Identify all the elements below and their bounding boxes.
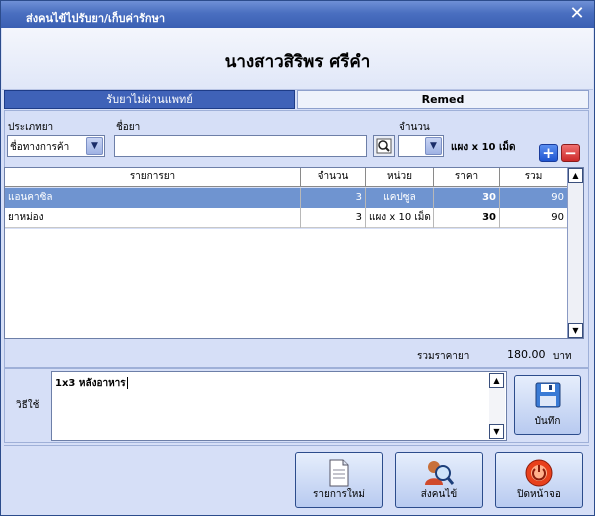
usage-label: วิธีใช้ [16,400,40,411]
drug-name-cell: แอนคาซิล [5,188,301,208]
column-header[interactable]: รวม [500,168,568,187]
new-list-button[interactable]: รายการใหม่ [295,452,383,508]
drug-type-value: ชื่อทางการค้า [10,142,70,153]
quantity-label: จำนวน [399,122,430,133]
quantity-select[interactable]: ▼ [398,135,444,157]
column-header[interactable]: ราคา [434,168,500,187]
scroll-down-icon[interactable]: ▼ [489,424,504,439]
total-cell: 90 [500,208,568,228]
column-header[interactable]: รายการยา [5,168,301,187]
tab-remed[interactable]: Remed [297,90,589,109]
remove-drug-button[interactable]: − [561,144,580,162]
unit-text: แผง x 10 เม็ด [451,142,516,153]
total-cell: 90 [500,188,568,208]
column-header[interactable]: จำนวน [301,168,366,187]
scroll-up-icon[interactable]: ▲ [489,373,504,388]
table-row[interactable]: แอนคาซิล 3 แคปซูล 30 90 [5,188,568,208]
text-caret [126,377,128,389]
tab-strip: รับยาไม่ผ่านแพทย์ Remed [4,90,589,110]
drug-name-input[interactable] [114,135,367,157]
document-icon [329,459,349,487]
floppy-disk-icon [535,382,560,408]
send-patient-button[interactable]: ส่งคนไข้ [395,452,483,508]
usage-textarea[interactable]: 1x3 หลังอาหาร ▲ ▼ [51,371,507,441]
total-value: 180.00 [507,348,546,361]
table-header: รายการยา จำนวน หน่วย ราคา รวม [5,168,568,187]
patient-header: นางสาวสิริพร ศรีคำ [2,28,593,90]
app-window: ส่งคนไข้ไปรับยา/เก็บค่ารักษา ✕ นางสาวสิร… [0,0,595,516]
total-unit: บาท [553,351,572,362]
column-header[interactable]: หน่วย [366,168,434,187]
send-patient-label: ส่งคนไข้ [420,489,458,500]
usage-scrollbar[interactable]: ▲ ▼ [489,373,505,439]
power-icon [525,459,553,487]
unit-cell: แผง x 10 เม็ด [366,208,434,228]
drug-type-select[interactable]: ชื่อทางการค้า ▼ [7,135,105,157]
total-bar: รวมราคายา 180.00 บาท [4,343,584,367]
table-empty-area [5,229,568,338]
close-screen-button[interactable]: ปิดหน้าจอ [495,452,583,508]
table-row[interactable]: ยาหม่อง 3 แผง x 10 เม็ด 30 90 [5,208,568,228]
qty-cell: 3 [301,208,366,228]
add-drug-button[interactable]: + [539,144,558,162]
close-icon[interactable]: ✕ [566,3,588,25]
drug-table: รายการยา จำนวน หน่วย ราคา รวม แอนคาซิล 3… [4,167,584,339]
chevron-down-icon[interactable]: ▼ [425,137,442,155]
scroll-up-icon[interactable]: ▲ [568,168,583,183]
scroll-down-icon[interactable]: ▼ [568,323,583,338]
user-search-icon [425,461,454,485]
price-cell: 30 [434,188,500,208]
usage-text: 1x3 หลังอาหาร [55,376,128,391]
search-icon [376,138,392,154]
table-scrollbar[interactable]: ▲ ▼ [567,168,583,338]
price-cell: 30 [434,208,500,228]
save-button[interactable]: บันทึก [514,375,581,435]
patient-name: นางสาวสิริพร ศรีคำ [224,52,371,72]
tab-no-doctor[interactable]: รับยาไม่ผ่านแพทย์ [4,90,295,109]
unit-cell: แคปซูล [366,188,434,208]
total-label: รวมราคายา [417,351,470,362]
drug-name-cell: ยาหม่อง [5,208,301,228]
usage-section: วิธีใช้ 1x3 หลังอาหาร ▲ ▼ บันทึก [4,368,589,443]
drug-name-label: ชื่อยา [116,122,141,133]
window-title: ส่งคนไข้ไปรับยา/เก็บค่ารักษา [26,12,165,25]
chevron-down-icon[interactable]: ▼ [86,137,103,155]
save-label: บันทึก [534,416,561,427]
usage-text-value: 1x3 หลังอาหาร [55,378,126,389]
new-list-label: รายการใหม่ [313,489,365,500]
close-screen-label: ปิดหน้าจอ [517,489,561,500]
title-bar[interactable]: ส่งคนไข้ไปรับยา/เก็บค่ารักษา ✕ [1,1,594,28]
footer-bar: รายการใหม่ ส่งคนไข้ ปิดหน้าจอ [4,445,589,513]
search-button[interactable] [373,135,395,157]
drug-type-label: ประเภทยา [8,122,54,133]
qty-cell: 3 [301,188,366,208]
